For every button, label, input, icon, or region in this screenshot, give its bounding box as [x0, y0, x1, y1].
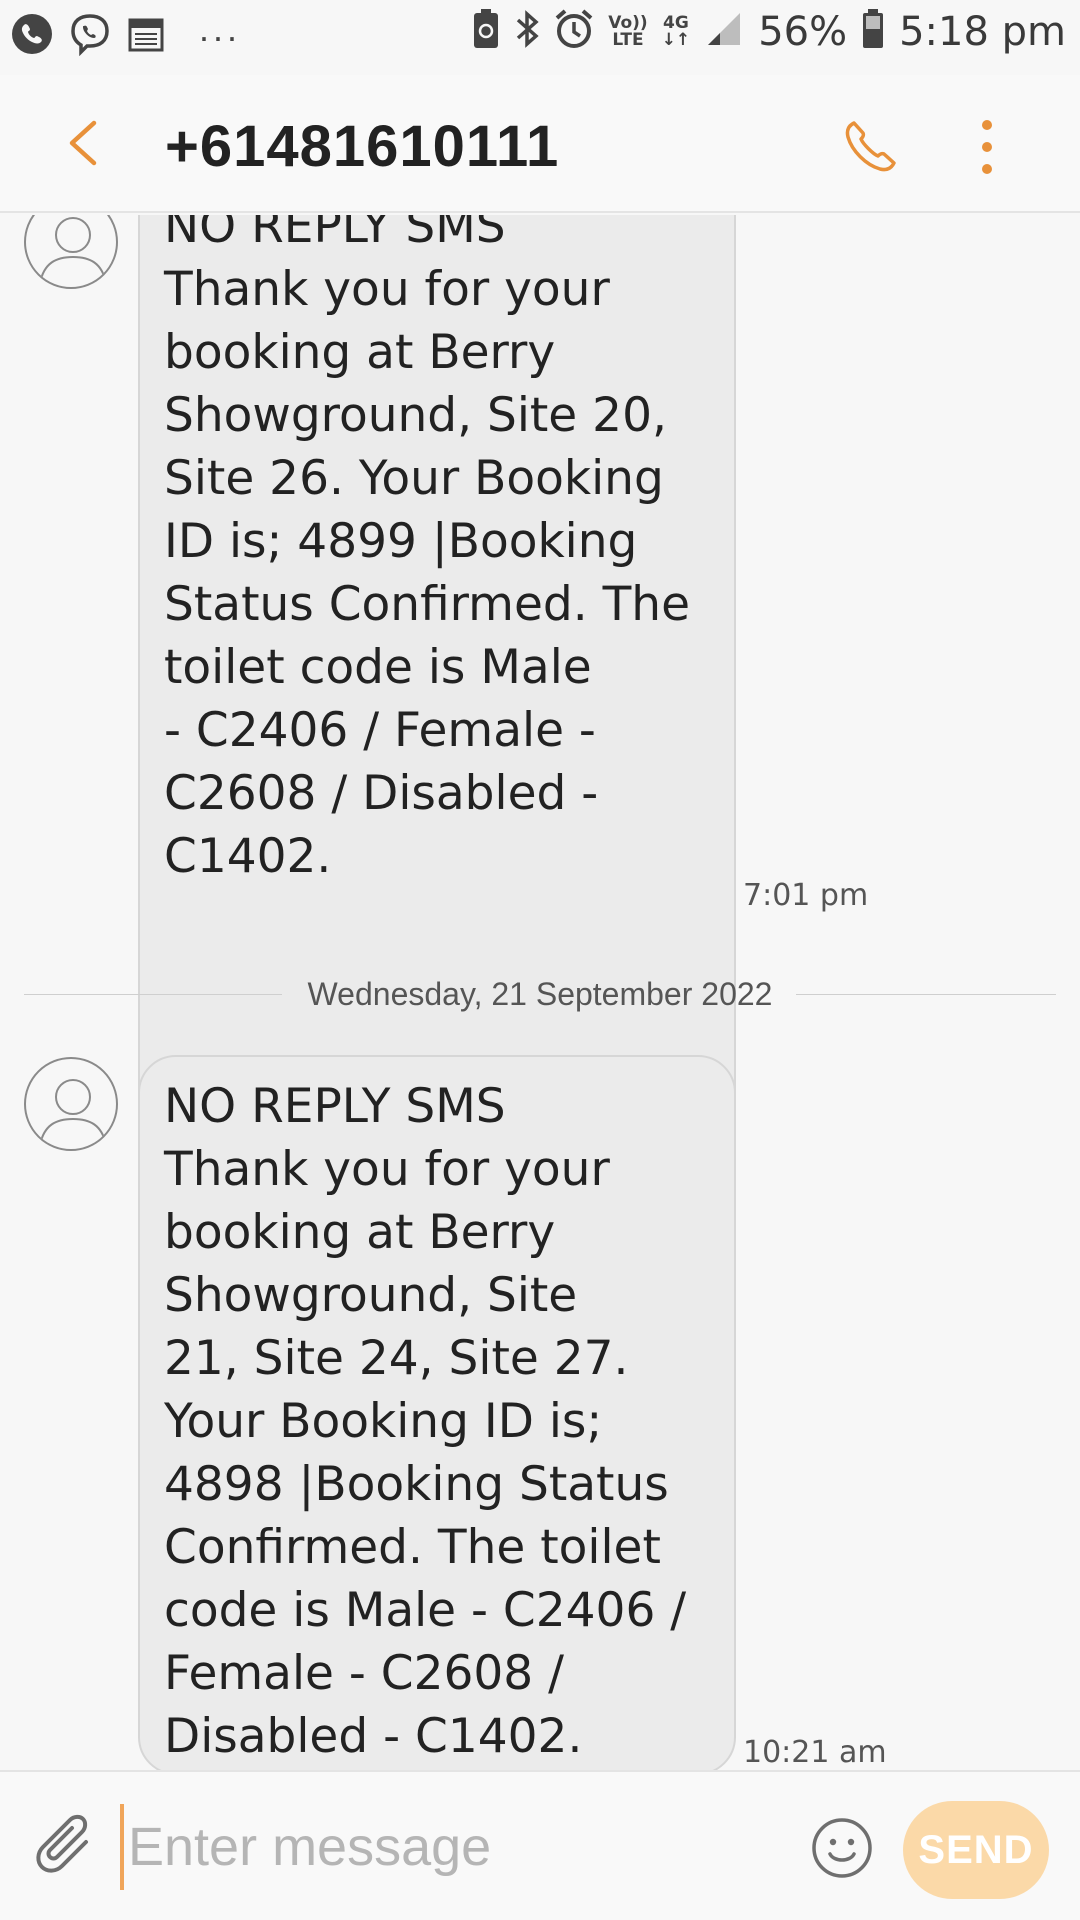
- call-button[interactable]: [840, 117, 900, 177]
- paperclip-icon: [36, 1814, 88, 1873]
- attach-button[interactable]: [32, 1812, 102, 1882]
- smiley-icon: [812, 1818, 872, 1878]
- more-vertical-icon: [982, 120, 992, 174]
- viber-icon: [68, 12, 112, 61]
- signal-icon: [704, 9, 744, 54]
- avatar[interactable]: [24, 215, 118, 289]
- data-arrows-label: ↓↑: [661, 29, 691, 50]
- status-time: 5:18 pm: [899, 8, 1066, 55]
- message-bubble[interactable]: NO REPLY SMS Thank you for your booking …: [138, 1055, 736, 1770]
- send-button[interactable]: SEND: [903, 1801, 1049, 1899]
- date-divider: Wednesday, 21 September 2022: [24, 970, 1056, 1020]
- calendar-icon: [126, 14, 166, 59]
- more-notifications-icon: ···: [198, 15, 240, 57]
- battery-icon: [861, 8, 885, 55]
- more-options-button[interactable]: [975, 117, 999, 177]
- back-button[interactable]: [58, 113, 108, 173]
- alarm-icon: [554, 8, 594, 55]
- 4g-icon: 4G ↓↑: [661, 14, 691, 50]
- message-time: 10:21 am: [743, 1735, 887, 1770]
- battery-saver-icon: [472, 8, 500, 55]
- phone-icon: [845, 121, 896, 172]
- contact-avatar-icon: [39, 1079, 107, 1146]
- contact-avatar-icon: [39, 217, 107, 284]
- lte-label: LTE: [612, 29, 644, 50]
- battery-percent: 56%: [758, 8, 848, 55]
- app-header: +61481610111: [0, 75, 1080, 213]
- message-input[interactable]: [120, 1804, 790, 1890]
- avatar[interactable]: [24, 1057, 118, 1151]
- divider-line-right: [796, 994, 1056, 995]
- conversation-title: +61481610111: [165, 114, 560, 179]
- composer: SEND: [0, 1770, 1080, 1920]
- volte-icon: Vo)) LTE: [608, 14, 647, 50]
- back-arrow-icon: [69, 120, 97, 166]
- message-time: 7:01 pm: [743, 878, 869, 913]
- bluetooth-icon: [514, 8, 540, 55]
- status-bar: ··· Vo)) LTE 4G ↓↑ 56% 5:18 pm: [0, 0, 1080, 75]
- message-list[interactable]: NO REPLY SMS Thank you for your booking …: [0, 215, 1080, 1770]
- emoji-button[interactable]: [810, 1816, 874, 1880]
- phone-call-icon: [10, 12, 54, 61]
